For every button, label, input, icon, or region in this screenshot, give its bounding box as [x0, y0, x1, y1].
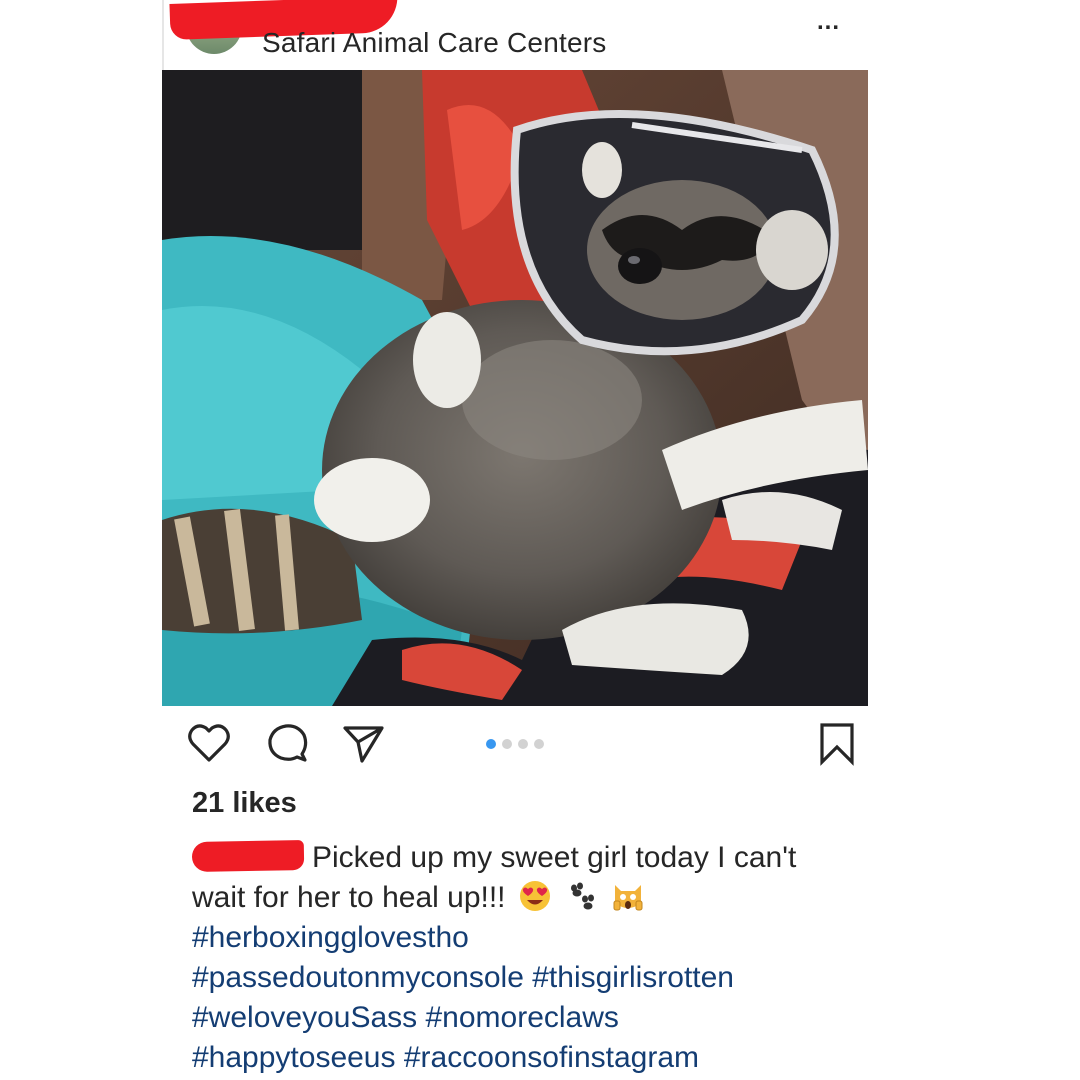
username-redaction: [191, 840, 305, 872]
screaming-cat-emoji: [613, 885, 643, 911]
hashtag[interactable]: #thisgirlisrotten: [532, 961, 734, 994]
hashtag[interactable]: #nomoreclaws: [425, 1001, 618, 1034]
instagram-post: Safari Animal Care Centers ... 21 likes …: [162, 0, 868, 1080]
heart-eyes-emoji: [519, 881, 550, 911]
hashtag[interactable]: #happytoseeus: [192, 1041, 396, 1074]
post-header: Safari Animal Care Centers ...: [162, 0, 868, 70]
likes-count[interactable]: 21 likes: [192, 787, 297, 820]
carousel-dot: [534, 739, 544, 749]
action-bar: [162, 706, 868, 776]
carousel-dot: [518, 739, 528, 749]
hashtag[interactable]: #herboxingglovestho: [192, 921, 469, 954]
send-icon[interactable]: [340, 720, 386, 766]
more-options-button[interactable]: ...: [817, 8, 840, 36]
carousel-dot-active: [486, 739, 496, 749]
carousel-indicator: [486, 739, 544, 749]
hashtag[interactable]: #weloveyouSass: [192, 1001, 417, 1034]
paw-prints-emoji: [571, 882, 595, 910]
hashtag[interactable]: #raccoonsofinstagram: [404, 1041, 699, 1074]
carousel-dot: [502, 739, 512, 749]
hashtag[interactable]: #passedoutonmyconsole: [192, 961, 524, 994]
post-location[interactable]: Safari Animal Care Centers: [262, 27, 606, 59]
post-caption: Picked up my sweet girl today I can't wa…: [191, 838, 852, 1078]
comment-icon[interactable]: [264, 720, 310, 766]
bookmark-icon[interactable]: [814, 720, 860, 766]
post-photo[interactable]: [162, 70, 868, 706]
heart-icon[interactable]: [186, 720, 232, 766]
raccoon-photo: [162, 70, 868, 706]
